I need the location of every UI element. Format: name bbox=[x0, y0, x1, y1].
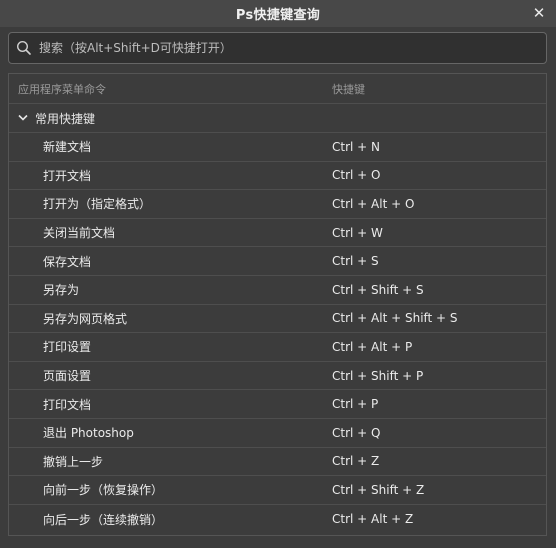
search-input[interactable] bbox=[39, 34, 546, 62]
table-row[interactable]: 打印设置 Ctrl + Alt + P bbox=[9, 333, 546, 362]
table-row[interactable]: 打开为（指定格式） Ctrl + Alt + O bbox=[9, 190, 546, 219]
command-name: 关闭当前文档 bbox=[43, 226, 116, 241]
command-name: 页面设置 bbox=[43, 369, 92, 384]
shortcut-keys: Ctrl + Q bbox=[332, 425, 381, 440]
shortcut-keys: Ctrl + N bbox=[332, 139, 381, 154]
command-name: 打开文档 bbox=[43, 168, 92, 183]
group-common-shortcuts[interactable]: 常用快捷键 bbox=[9, 104, 546, 133]
shortcut-lookup-window: Ps快捷键查询 ✕ 应用程序菜单命令 快捷键 常用快捷键 新建文档 Ctrl + … bbox=[0, 0, 556, 548]
search-icon bbox=[9, 33, 39, 63]
group-label: 常用快捷键 bbox=[35, 111, 96, 126]
shortcut-keys: Ctrl + Z bbox=[332, 454, 380, 469]
shortcut-keys: Ctrl + S bbox=[332, 254, 379, 269]
table-row[interactable]: 页面设置 Ctrl + Shift + P bbox=[9, 362, 546, 391]
command-name: 打开为（指定格式） bbox=[43, 197, 152, 212]
title-bar: Ps快捷键查询 ✕ bbox=[0, 0, 556, 27]
table-row[interactable]: 撤销上一步 Ctrl + Z bbox=[9, 448, 546, 477]
search-box[interactable] bbox=[8, 32, 547, 64]
command-name: 另存为 bbox=[43, 283, 80, 298]
shortcut-keys: Ctrl + P bbox=[332, 397, 379, 412]
shortcut-keys: Ctrl + Shift + P bbox=[332, 368, 424, 383]
command-name: 向后一步（连续撤销） bbox=[43, 512, 164, 527]
shortcut-keys: Ctrl + Alt + P bbox=[332, 339, 413, 354]
command-name: 另存为网页格式 bbox=[43, 311, 128, 326]
command-name: 退出 Photoshop bbox=[43, 426, 134, 441]
shortcut-rows: 新建文档 Ctrl + N 打开文档 Ctrl + O 打开为（指定格式） Ctrl + … bbox=[9, 133, 546, 533]
command-name: 向前一步（恢复操作） bbox=[43, 483, 164, 498]
shortcut-keys: Ctrl + Shift + Z bbox=[332, 482, 425, 497]
chevron-down-icon[interactable] bbox=[15, 114, 31, 122]
shortcut-keys: Ctrl + Shift + S bbox=[332, 282, 424, 297]
shortcut-table: 应用程序菜单命令 快捷键 常用快捷键 新建文档 Ctrl + N 打开文档 Ctrl … bbox=[8, 73, 547, 536]
shortcut-keys: Ctrl + O bbox=[332, 168, 381, 183]
command-name: 打印文档 bbox=[43, 397, 92, 412]
command-name: 新建文档 bbox=[43, 140, 92, 155]
table-row[interactable]: 向后一步（连续撤销） Ctrl + Alt + Z bbox=[9, 505, 546, 534]
shortcut-keys: Ctrl + Alt + O bbox=[332, 196, 415, 211]
table-row[interactable]: 保存文档 Ctrl + S bbox=[9, 247, 546, 276]
table-row[interactable]: 退出 Photoshop Ctrl + Q bbox=[9, 419, 546, 448]
command-name: 保存文档 bbox=[43, 254, 92, 269]
table-row[interactable]: 打开文档 Ctrl + O bbox=[9, 162, 546, 191]
shortcut-keys: Ctrl + Alt + Shift + S bbox=[332, 311, 458, 326]
close-icon[interactable]: ✕ bbox=[531, 4, 547, 22]
table-row[interactable]: 另存为网页格式 Ctrl + Alt + Shift + S bbox=[9, 305, 546, 334]
table-row[interactable]: 打印文档 Ctrl + P bbox=[9, 390, 546, 419]
shortcut-keys: Ctrl + Alt + Z bbox=[332, 512, 414, 527]
table-row[interactable]: 另存为 Ctrl + Shift + S bbox=[9, 276, 546, 305]
table-row[interactable]: 关闭当前文档 Ctrl + W bbox=[9, 219, 546, 248]
header-command: 应用程序菜单命令 bbox=[18, 82, 106, 96]
window-title: Ps快捷键查询 bbox=[235, 8, 321, 23]
table-row[interactable]: 向前一步（恢复操作） Ctrl + Shift + Z bbox=[9, 476, 546, 505]
table-header: 应用程序菜单命令 快捷键 bbox=[9, 74, 546, 104]
command-name: 撤销上一步 bbox=[43, 454, 104, 469]
table-row[interactable]: 新建文档 Ctrl + N bbox=[9, 133, 546, 162]
command-name: 打印设置 bbox=[43, 340, 92, 355]
header-shortcut: 快捷键 bbox=[332, 82, 365, 96]
shortcut-keys: Ctrl + W bbox=[332, 225, 383, 240]
